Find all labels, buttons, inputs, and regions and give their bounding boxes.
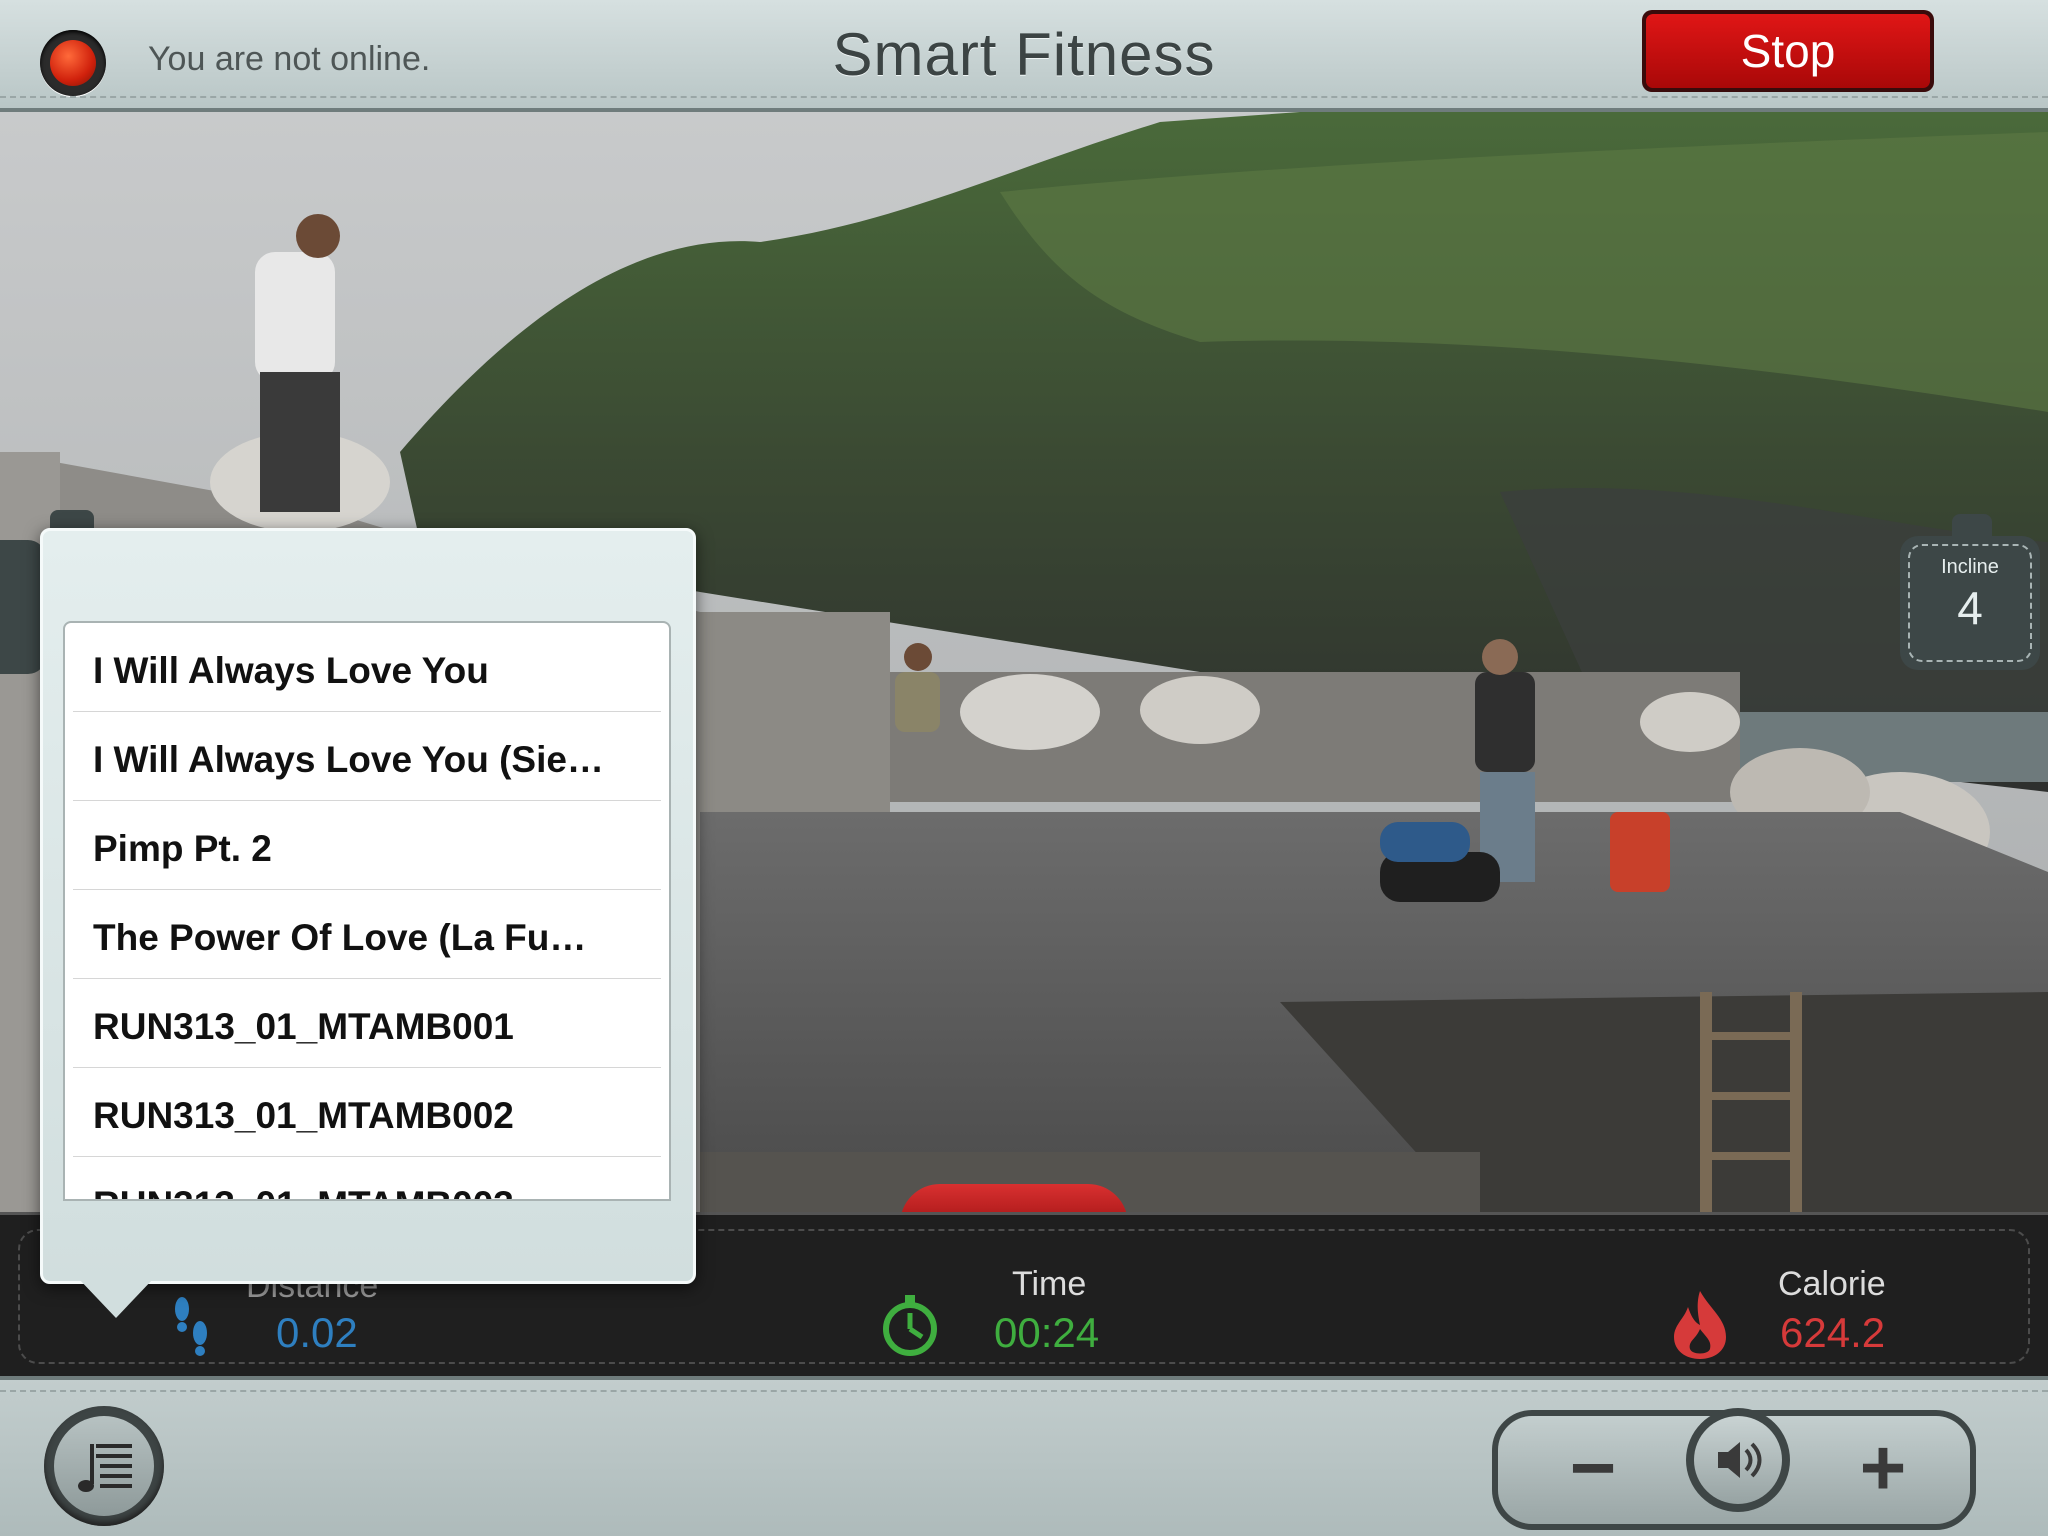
stop-button[interactable]: Stop [1642,10,1934,92]
calorie-value: 624.2 [1780,1309,1886,1356]
incline-value: 4 [1957,582,1983,634]
volume-control: − + [1492,1408,1976,1530]
flame-icon [1674,1291,1726,1359]
playlist-button[interactable] [44,1406,164,1526]
time-value: 00:24 [994,1309,1100,1356]
stop-button-label: Stop [1646,14,1930,88]
music-list-icon [78,1444,132,1492]
distance-value: 0.02 [276,1309,358,1356]
stopwatch-icon [883,1295,937,1356]
calorie-label: Calorie [1778,1265,1886,1303]
song-item[interactable]: I Will Always Love You [73,623,661,712]
song-list[interactable]: I Will Always Love You I Will Always Lov… [63,621,671,1201]
playlist-popover: I Will Always Love You I Will Always Lov… [40,528,696,1284]
song-item[interactable]: RUN313_01_MTAMB003 [73,1157,661,1199]
time-label: Time [1012,1265,1087,1303]
song-item[interactable]: I Will Always Love You (Sie… [73,712,661,801]
footprints-icon [175,1297,207,1356]
speaker-icon [1718,1442,1762,1478]
song-item[interactable]: RUN313_01_MTAMB001 [73,979,661,1068]
volume-up-button[interactable]: + [1808,1416,1958,1524]
incline-label: Incline [1941,556,1999,578]
song-item[interactable]: RUN313_01_MTAMB002 [73,1068,661,1157]
song-item[interactable]: The Power Of Love (La Fu… [73,890,661,979]
song-item[interactable]: Pimp Pt. 2 [73,801,661,890]
bottom-bar: − + [0,1376,2048,1536]
volume-down-button[interactable]: − [1518,1416,1668,1524]
top-bar: You are not online. Smart Fitness Stop [0,0,2048,112]
popover-arrow [78,1278,154,1318]
incline-display[interactable]: Incline 4 [1900,536,2040,670]
mute-button[interactable] [1686,1408,1790,1512]
